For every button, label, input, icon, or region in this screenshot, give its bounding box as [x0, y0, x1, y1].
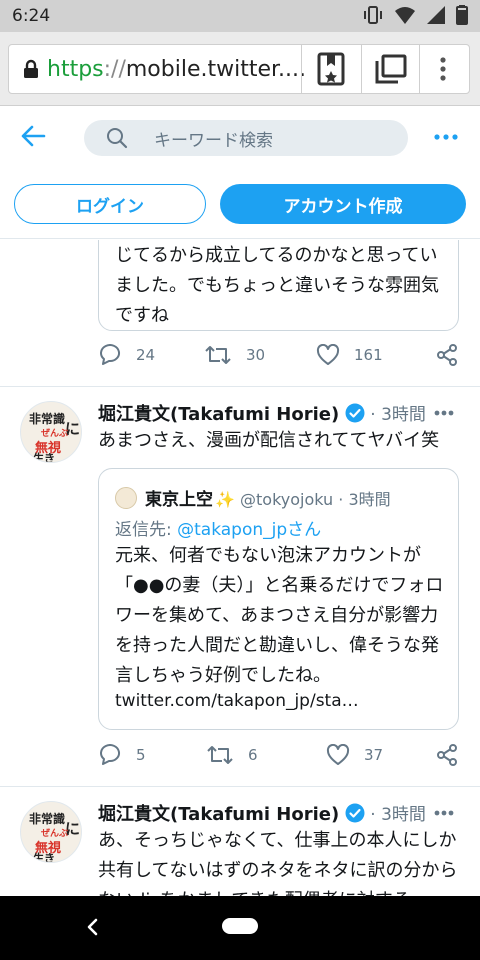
- status-bar: 6:24: [0, 0, 480, 32]
- system-nav-bar: [0, 896, 480, 960]
- bookmark-button[interactable]: [303, 45, 359, 93]
- url-host: mobile.twitter....: [125, 57, 306, 82]
- search-icon: [107, 128, 128, 149]
- avatar-text: 生き: [33, 852, 55, 863]
- reply-icon: [100, 744, 120, 765]
- retweet-count: 6: [248, 746, 258, 764]
- quoted-author-name: 東京上空: [145, 490, 213, 510]
- quoted-tweet-header: 東京上空 ✨ @tokyojoku · 3時間: [115, 485, 391, 510]
- tweet-text: あ、そっちじゃなくて、仕事上の本人にしか共有してないはずのネタをネタに訳の分から…: [98, 830, 458, 896]
- divider: [0, 386, 480, 387]
- like-button[interactable]: 37: [326, 744, 383, 766]
- auth-buttons: ログイン アカウント作成: [0, 167, 480, 239]
- address-bar[interactable]: https://mobile.twitter....: [8, 44, 470, 94]
- quoted-tweet-text: じてるから成立してるのかなと思っていました。でもちょっと違いそうな雰囲気ですね: [115, 245, 439, 326]
- bookmark-icon: [317, 52, 345, 86]
- like-button[interactable]: 161: [316, 344, 383, 366]
- wifi-icon: [395, 7, 415, 24]
- author-name[interactable]: 堀江貴文(Takafumi Horie): [98, 804, 339, 825]
- kebab-menu-icon: [440, 57, 446, 81]
- reply-count: 24: [136, 346, 156, 364]
- url-scheme: https: [47, 57, 104, 82]
- reply-count: 5: [136, 746, 146, 764]
- status-time: 6:24: [12, 6, 51, 26]
- reply-to: 返信先: @takapon_jpさん: [115, 515, 321, 540]
- divider: [0, 786, 480, 787]
- reply-to-handle[interactable]: @takapon_jpさん: [177, 520, 321, 540]
- more-options-icon[interactable]: [434, 410, 454, 416]
- more-options-icon[interactable]: [434, 810, 454, 816]
- reply-to-label: 返信先:: [115, 520, 178, 540]
- share-icon: [437, 344, 457, 366]
- tweet-header: 堀江貴文(Takafumi Horie) · 3時間: [98, 800, 460, 828]
- system-back-icon[interactable]: [86, 918, 98, 936]
- browser-toolbar: https://mobile.twitter....: [0, 32, 480, 106]
- tabs-icon: [375, 54, 407, 84]
- share-icon: [437, 744, 457, 766]
- avatar[interactable]: 非常識 に ぜんぶ 無視 生き: [20, 401, 82, 463]
- back-arrow-icon[interactable]: [20, 123, 46, 149]
- quoted-avatar: [115, 487, 137, 509]
- vibrate-icon: [364, 6, 382, 24]
- tweet-header: 堀江貴文(Takafumi Horie) · 3時間: [98, 400, 460, 428]
- system-home-button[interactable]: [222, 918, 258, 934]
- author-name[interactable]: 堀江貴文(Takafumi Horie): [98, 404, 339, 425]
- menu-button[interactable]: [415, 45, 471, 93]
- like-count: 37: [364, 746, 384, 764]
- url-separator: ://: [103, 57, 126, 82]
- share-button[interactable]: [436, 344, 458, 366]
- login-button[interactable]: ログイン: [14, 184, 206, 224]
- url-text[interactable]: https://mobile.twitter....: [47, 57, 306, 82]
- heart-icon: [316, 344, 340, 365]
- verified-badge-icon: [345, 803, 365, 823]
- sparkle-icon: ✨: [215, 490, 235, 509]
- battery-icon: [456, 5, 468, 25]
- lock-icon: [24, 59, 38, 78]
- verified-badge-icon: [345, 403, 365, 423]
- tweet-actions: 24 30 161: [98, 344, 460, 374]
- quoted-tweet[interactable]: 東京上空 ✨ @tokyojoku · 3時間 返信先: @takapon_jpさ…: [98, 468, 459, 730]
- avatar-text: 非常識: [29, 812, 66, 826]
- twitter-header: キーワード検索: [0, 107, 480, 167]
- tabs-button[interactable]: [363, 45, 419, 93]
- divider: [361, 45, 362, 93]
- quoted-tweet[interactable]: じてるから成立してるのかなと思っていました。でもちょっと違いそうな雰囲気ですね: [98, 240, 459, 331]
- signup-button[interactable]: アカウント作成: [220, 184, 466, 224]
- avatar-text: 生き: [33, 452, 55, 463]
- search-input[interactable]: キーワード検索: [84, 120, 408, 156]
- tweet-text: あまつさえ、漫画が配信されててヤバイ笑: [98, 430, 440, 451]
- retweet-icon: [205, 346, 231, 364]
- quoted-tweet-text: 元来、何者でもない泡沫アカウントが「●●の妻（夫）」と名乗るだけでフォロワーを集…: [115, 545, 444, 686]
- share-button[interactable]: [436, 744, 458, 766]
- more-options-icon[interactable]: [434, 134, 458, 140]
- like-count: 161: [354, 346, 383, 364]
- quoted-tweet-link[interactable]: twitter.com/takapon_jp/sta…: [115, 691, 359, 711]
- avatar-text: 非常識: [29, 412, 66, 426]
- reply-icon: [100, 344, 120, 365]
- heart-icon: [326, 744, 350, 765]
- search-placeholder: キーワード検索: [154, 131, 273, 151]
- retweet-button[interactable]: 30: [204, 344, 265, 366]
- tweet-timestamp: · 3時間: [370, 805, 426, 825]
- tweet-actions: 5 6 37: [98, 744, 460, 774]
- status-icons: [362, 5, 468, 25]
- timeline[interactable]: じてるから成立してるのかなと思っていました。でもちょっと違いそうな雰囲気ですね …: [0, 240, 480, 896]
- tweet-timestamp: · 3時間: [370, 405, 426, 425]
- retweet-icon: [207, 746, 233, 764]
- reply-button[interactable]: 5: [98, 744, 146, 766]
- signal-icon: [427, 6, 445, 24]
- quoted-author-handle: @tokyojoku · 3時間: [240, 490, 391, 509]
- retweet-count: 30: [246, 346, 266, 364]
- retweet-button[interactable]: 6: [206, 744, 258, 766]
- reply-button[interactable]: 24: [98, 344, 155, 366]
- divider: [301, 45, 302, 93]
- avatar[interactable]: 非常識 に ぜんぶ 無視 生き: [20, 801, 82, 863]
